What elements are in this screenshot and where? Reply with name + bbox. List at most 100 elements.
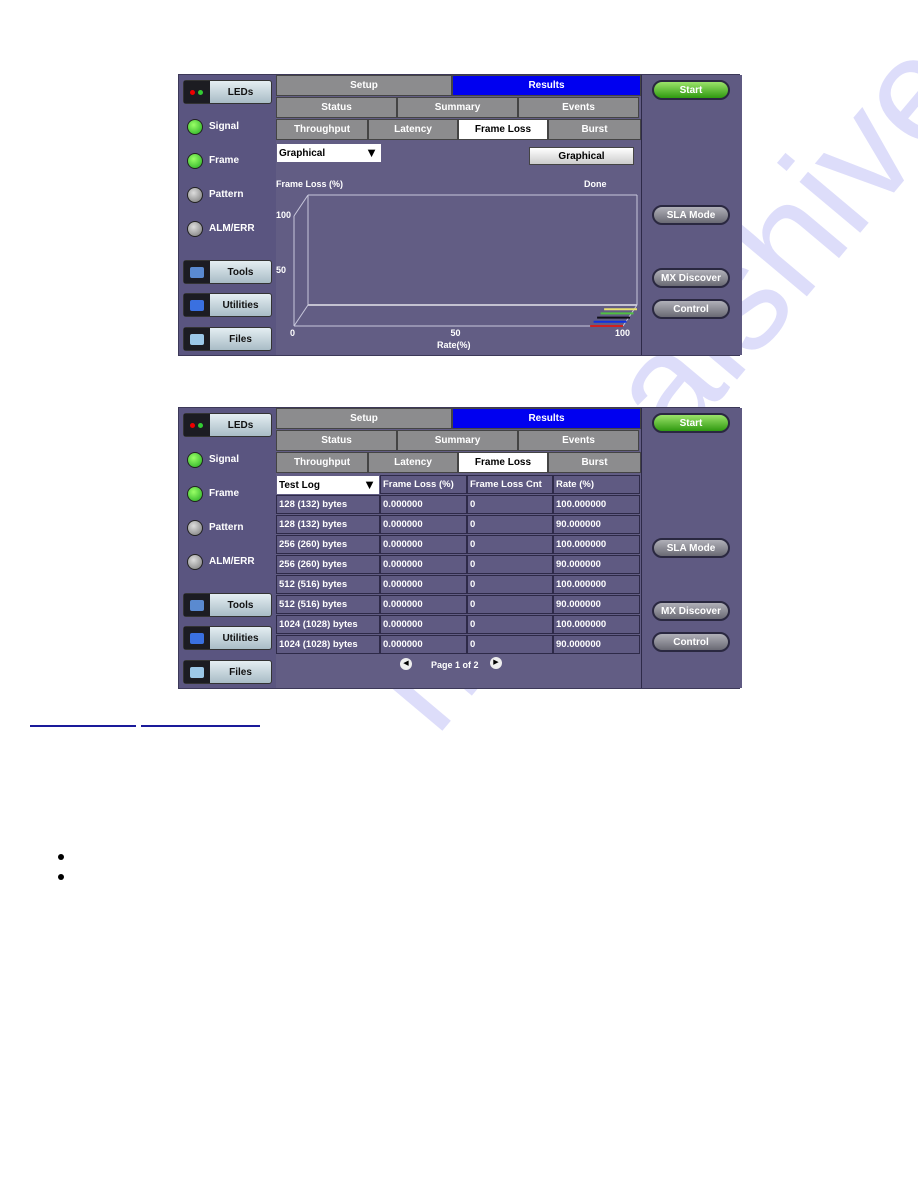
depth-edge — [622, 304, 638, 327]
led-label: Signal — [209, 454, 240, 465]
table-cell: 0 — [467, 555, 553, 574]
led-label: Signal — [209, 121, 240, 132]
control-button[interactable]: Control — [652, 299, 730, 319]
test-log-select[interactable]: Test Log ▼ — [277, 476, 379, 494]
tools-button[interactable]: Tools — [183, 260, 272, 284]
led-indicator-icon — [184, 414, 210, 436]
utilities-icon — [184, 294, 210, 316]
chart-ylabel: Frame Loss (%) — [276, 179, 344, 189]
tab-summary[interactable]: Summary — [397, 97, 518, 118]
tab-burst[interactable]: Burst — [548, 452, 641, 473]
mx-discover-button[interactable]: MX Discover — [652, 268, 730, 288]
leds-button[interactable]: LEDs — [183, 80, 272, 104]
tab-throughput[interactable]: Throughput — [276, 119, 368, 140]
table-cell: 256 (260) bytes — [276, 555, 380, 574]
tools-icon — [184, 261, 210, 283]
y-tick-label: 50 — [276, 265, 287, 275]
tab-results[interactable]: Results — [452, 408, 641, 429]
bullet — [58, 854, 64, 860]
link[interactable] — [141, 725, 260, 727]
sla-mode-button[interactable]: SLA Mode — [652, 205, 730, 225]
table-cell: 100.000000 — [553, 495, 640, 514]
table-cell: 512 (516) bytes — [276, 575, 380, 594]
utilities-button[interactable]: Utilities — [183, 626, 272, 650]
tab-latency[interactable]: Latency — [368, 452, 458, 473]
led-alm-err-icon — [187, 221, 203, 237]
table-cell: 128 (132) bytes — [276, 515, 380, 534]
table-cell: 0 — [467, 575, 553, 594]
column-header: Frame Loss (%) — [380, 475, 467, 494]
graphical-button[interactable]: Graphical — [529, 147, 634, 165]
table-cell: 0 — [467, 635, 553, 654]
test-log-select-value: Test Log — [279, 479, 320, 491]
leds-button[interactable]: LEDs — [183, 413, 272, 437]
tab-events[interactable]: Events — [518, 97, 639, 118]
frame-loss-graph-screen: LEDs Signal Frame Pattern ALM/ERR Tools Utilit… — [178, 74, 742, 356]
table-cell: 0 — [467, 495, 553, 514]
next-page-icon[interactable]: ▶ — [490, 657, 502, 669]
led-signal-icon — [187, 452, 203, 468]
files-button[interactable]: Files — [183, 660, 272, 684]
tab-throughput[interactable]: Throughput — [276, 452, 368, 473]
prev-page-icon[interactable]: ◀ — [400, 658, 412, 670]
tab-latency[interactable]: Latency — [368, 119, 458, 140]
tab-summary[interactable]: Summary — [397, 430, 518, 451]
table-cell: 512 (516) bytes — [276, 595, 380, 614]
view-select-value: Graphical — [279, 147, 326, 159]
tab-setup[interactable]: Setup — [276, 75, 452, 96]
table-cell: 90.000000 — [553, 595, 640, 614]
tab-frame-loss[interactable]: Frame Loss — [458, 119, 548, 140]
sla-mode-button[interactable]: SLA Mode — [652, 538, 730, 558]
table-cell: 128 (132) bytes — [276, 495, 380, 514]
utilities-button[interactable]: Utilities — [183, 293, 272, 317]
chart-status: Done — [584, 179, 607, 189]
label: Utilities — [222, 299, 259, 311]
tab-status[interactable]: Status — [276, 430, 397, 451]
link[interactable] — [30, 725, 136, 727]
label: Utilities — [222, 632, 259, 644]
led-pattern-icon — [187, 520, 203, 536]
table-cell: 0.000000 — [380, 615, 467, 634]
dropdown-arrow-icon: ▼ — [363, 477, 376, 492]
x-tick-label: 50 — [450, 328, 461, 338]
view-select[interactable]: Graphical ▼ — [277, 144, 381, 162]
main-area: Setup Results Status Summary Events Throughpu… — [276, 408, 641, 688]
tab-results[interactable]: Results — [452, 75, 641, 96]
right-panel: Start SLA Mode MX Discover Control — [641, 408, 742, 688]
tab-setup[interactable]: Setup — [276, 408, 452, 429]
table-cell: 0 — [467, 535, 553, 554]
left-sidebar: LEDs Signal Frame Pattern ALM/ERR Tools Utilit… — [179, 408, 277, 688]
led-label: ALM/ERR — [209, 556, 255, 567]
table-cell: 90.000000 — [553, 555, 640, 574]
tab-burst[interactable]: Burst — [548, 119, 641, 140]
start-button[interactable]: Start — [652, 80, 730, 100]
files-icon — [184, 661, 210, 683]
dropdown-arrow-icon: ▼ — [365, 145, 378, 160]
page-indicator: Page 1 of 2 — [431, 660, 479, 670]
files-icon — [184, 328, 210, 350]
files-button[interactable]: Files — [183, 327, 272, 351]
label: Files — [229, 333, 252, 345]
frame-loss-table-screen: LEDs Signal Frame Pattern ALM/ERR Tools Utilit… — [178, 407, 742, 689]
table-cell: 0.000000 — [380, 555, 467, 574]
table-cell: 0.000000 — [380, 535, 467, 554]
control-button[interactable]: Control — [652, 632, 730, 652]
column-header: Rate (%) — [553, 475, 640, 494]
led-alm-err-icon — [187, 554, 203, 570]
start-button[interactable]: Start — [652, 413, 730, 433]
led-label: ALM/ERR — [209, 223, 255, 234]
led-frame-icon — [187, 153, 203, 169]
table-cell: 100.000000 — [553, 575, 640, 594]
led-label: Frame — [209, 155, 240, 166]
table-cell: 0.000000 — [380, 595, 467, 614]
table-cell: 256 (260) bytes — [276, 535, 380, 554]
mx-discover-button[interactable]: MX Discover — [652, 601, 730, 621]
tools-button[interactable]: Tools — [183, 593, 272, 617]
tab-frame-loss[interactable]: Frame Loss — [458, 452, 548, 473]
table-cell: 0 — [467, 595, 553, 614]
tab-events[interactable]: Events — [518, 430, 639, 451]
label: Tools — [227, 266, 254, 278]
table-cell: 0.000000 — [380, 515, 467, 534]
tools-icon — [184, 594, 210, 616]
tab-status[interactable]: Status — [276, 97, 397, 118]
